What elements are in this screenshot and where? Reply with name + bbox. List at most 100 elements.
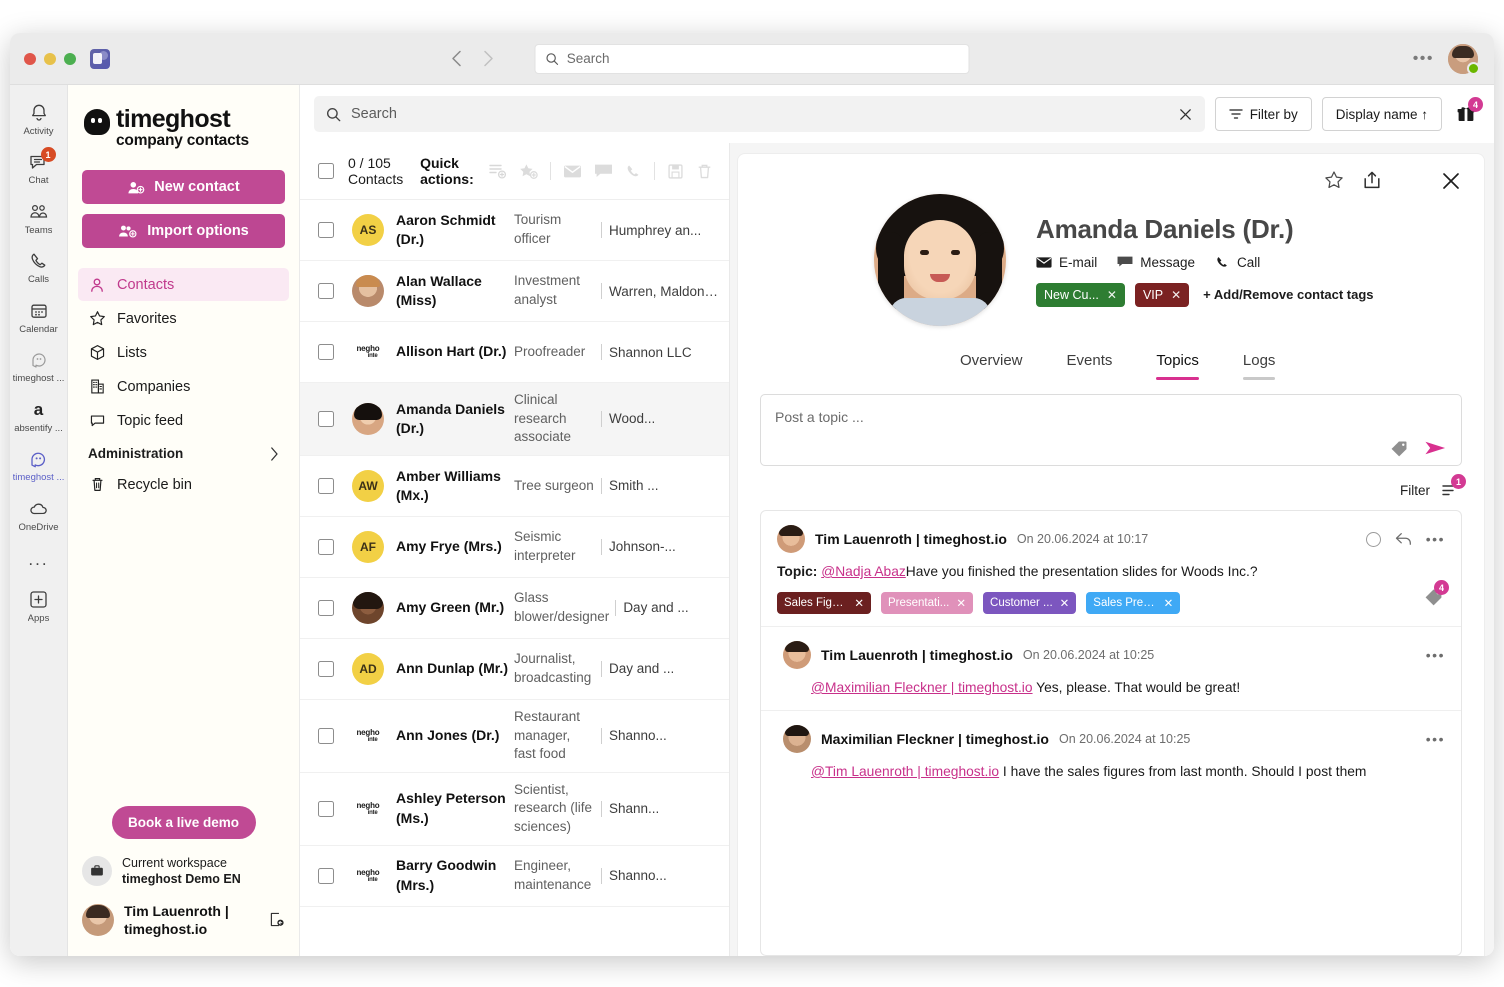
sort-display-name-button[interactable]: Display name ↑ xyxy=(1321,97,1442,131)
post-tag[interactable]: Presentati... ✕ xyxy=(881,592,974,614)
clear-search-icon[interactable] xyxy=(1178,107,1193,122)
contacts-search-box[interactable] xyxy=(314,96,1205,132)
remove-post-tag-icon[interactable]: ✕ xyxy=(956,596,966,610)
call-icon[interactable] xyxy=(625,163,642,180)
sidebar-item-lists[interactable]: Lists xyxy=(78,336,289,369)
post-tag[interactable]: Sales Figu... ✕ xyxy=(777,592,871,614)
mention-link[interactable]: @Tim Lauenroth | timeghost.io xyxy=(811,764,999,779)
titlebar-more-button[interactable]: ••• xyxy=(1413,50,1434,68)
tab-topics[interactable]: Topics xyxy=(1134,352,1221,380)
sidebar-item-recycle-bin[interactable]: Recycle bin xyxy=(78,468,289,501)
email-action[interactable]: E-mail xyxy=(1036,255,1097,270)
chevron-left-icon[interactable] xyxy=(441,44,471,74)
add-to-favorites-icon[interactable] xyxy=(519,163,538,180)
rail-item-apps[interactable]: Apps xyxy=(12,582,66,629)
table-row[interactable]: negho inte Barry Goodwin (Mrs.) Engineer, m… xyxy=(300,846,729,907)
post-topic-composer[interactable]: Post a topic ... xyxy=(760,394,1462,466)
table-row[interactable]: AW Amber Williams (Mx.) Tree surgeon Smith … xyxy=(300,456,729,517)
rail-item-chat[interactable]: 1 Chat xyxy=(12,144,66,191)
switch-account-icon[interactable] xyxy=(268,911,285,928)
contacts-search-input[interactable] xyxy=(351,106,1168,122)
tag-icon[interactable] xyxy=(1391,440,1408,457)
remove-post-tag-icon[interactable]: ✕ xyxy=(854,596,864,610)
remove-tag-icon[interactable]: ✕ xyxy=(1107,288,1117,302)
row-checkbox[interactable] xyxy=(318,477,334,494)
row-checkbox[interactable] xyxy=(318,727,334,744)
table-row[interactable]: negho inte Ann Jones (Dr.) Restaurant manag… xyxy=(300,700,729,773)
email-icon[interactable] xyxy=(563,164,582,179)
sidebar-item-topic-feed[interactable]: Topic feed xyxy=(78,404,289,437)
topics-filter-button[interactable]: 1 xyxy=(1440,474,1466,500)
new-contact-button[interactable]: New contact xyxy=(82,170,285,205)
gift-button[interactable]: 4 xyxy=(1452,97,1483,128)
book-demo-button[interactable]: Book a live demo xyxy=(111,805,256,839)
close-window-button[interactable] xyxy=(24,52,36,65)
current-user[interactable]: Tim Lauenroth | timeghost.io xyxy=(82,902,285,938)
row-checkbox[interactable] xyxy=(318,344,334,360)
add-to-list-icon[interactable] xyxy=(489,163,507,179)
mention-link[interactable]: @Maximilian Fleckner | timeghost.io xyxy=(811,680,1033,695)
select-all-checkbox[interactable] xyxy=(318,163,334,179)
contact-tag[interactable]: VIP ✕ xyxy=(1134,282,1190,307)
chevron-right-icon[interactable] xyxy=(473,44,503,74)
rail-item-calls[interactable]: Calls xyxy=(12,243,66,290)
mark-resolved-icon[interactable] xyxy=(1365,531,1381,547)
remove-post-tag-icon[interactable]: ✕ xyxy=(1060,596,1070,610)
row-checkbox[interactable] xyxy=(318,599,334,616)
row-checkbox[interactable] xyxy=(318,283,334,299)
table-row[interactable]: AS Aaron Schmidt (Dr.) Tourism officer Hump… xyxy=(300,200,729,261)
rail-item-absentify[interactable]: a absentify ... xyxy=(12,392,66,439)
post-more-icon[interactable]: ••• xyxy=(1426,531,1445,547)
sidebar-section-administration[interactable]: Administration xyxy=(78,438,289,467)
row-checkbox[interactable] xyxy=(318,867,334,884)
share-icon[interactable] xyxy=(1362,170,1382,192)
post-tag[interactable]: Customer ... ✕ xyxy=(983,592,1077,614)
contact-tag[interactable]: New Cu... ✕ xyxy=(1036,282,1125,307)
maximize-window-button[interactable] xyxy=(64,52,76,65)
rail-item-teams[interactable]: Teams xyxy=(12,194,66,241)
remove-post-tag-icon[interactable]: ✕ xyxy=(1164,596,1174,610)
table-row[interactable]: Amy Green (Mr.) Glass blower/designer Day … xyxy=(300,578,729,639)
tab-logs[interactable]: Logs xyxy=(1221,352,1298,380)
message-icon[interactable] xyxy=(594,163,613,179)
reply-icon[interactable] xyxy=(1395,532,1412,546)
message-action[interactable]: Message xyxy=(1117,255,1195,270)
add-remove-tags-button[interactable]: + Add/Remove contact tags xyxy=(1203,287,1373,302)
close-detail-icon[interactable] xyxy=(1440,170,1462,192)
minimize-window-button[interactable] xyxy=(44,52,56,65)
table-row[interactable]: negho inte Ashley Peterson (Ms.) Scientist,… xyxy=(300,773,729,846)
post-more-icon[interactable]: ••• xyxy=(1426,731,1445,747)
import-options-button[interactable]: Import options xyxy=(82,214,285,249)
rail-item-timeghost-contacts[interactable]: timeghost ... xyxy=(12,441,66,488)
star-outline-icon[interactable] xyxy=(1324,170,1344,192)
sidebar-item-favorites[interactable]: Favorites xyxy=(78,302,289,335)
tab-overview[interactable]: Overview xyxy=(938,352,1045,380)
tab-events[interactable]: Events xyxy=(1045,352,1135,380)
post-tag[interactable]: Sales Pres... ✕ xyxy=(1086,592,1181,614)
rail-item-activity[interactable]: Activity xyxy=(12,95,66,142)
mention-link[interactable]: @Nadja Abaz xyxy=(821,564,906,579)
row-checkbox[interactable] xyxy=(318,800,334,817)
sidebar-item-companies[interactable]: Companies xyxy=(78,370,289,403)
sidebar-item-contacts[interactable]: Contacts xyxy=(78,268,289,302)
post-tag-count[interactable]: 4 xyxy=(1425,580,1449,608)
delete-icon[interactable] xyxy=(696,163,713,180)
save-icon[interactable] xyxy=(667,163,684,180)
user-avatar[interactable] xyxy=(1448,43,1480,75)
filter-by-button[interactable]: Filter by xyxy=(1214,97,1312,131)
rail-item-calendar[interactable]: Calendar xyxy=(12,293,66,340)
global-search-input[interactable] xyxy=(566,51,959,66)
table-row[interactable]: negho inte Allison Hart (Dr.) Proofreader Sh… xyxy=(300,322,729,383)
rail-item-timeghost[interactable]: timeghost ... xyxy=(12,342,66,389)
row-checkbox[interactable] xyxy=(318,538,334,555)
table-row[interactable]: AD Ann Dunlap (Mr.) Journalist, broadcasti… xyxy=(300,639,729,700)
current-workspace[interactable]: Current workspace timeghost Demo EN xyxy=(82,855,285,888)
call-action[interactable]: Call xyxy=(1215,255,1260,270)
table-row[interactable]: Alan Wallace (Miss) Investment analyst War… xyxy=(300,261,729,322)
rail-more-button[interactable]: ... xyxy=(28,540,48,572)
send-icon[interactable] xyxy=(1424,439,1447,457)
global-search-box[interactable] xyxy=(534,43,970,74)
row-checkbox[interactable] xyxy=(318,222,334,238)
table-row[interactable]: AF Amy Frye (Mrs.) Seismic interpreter John… xyxy=(300,517,729,578)
table-row[interactable]: Amanda Daniels (Dr.) Clinical research as… xyxy=(300,383,729,456)
